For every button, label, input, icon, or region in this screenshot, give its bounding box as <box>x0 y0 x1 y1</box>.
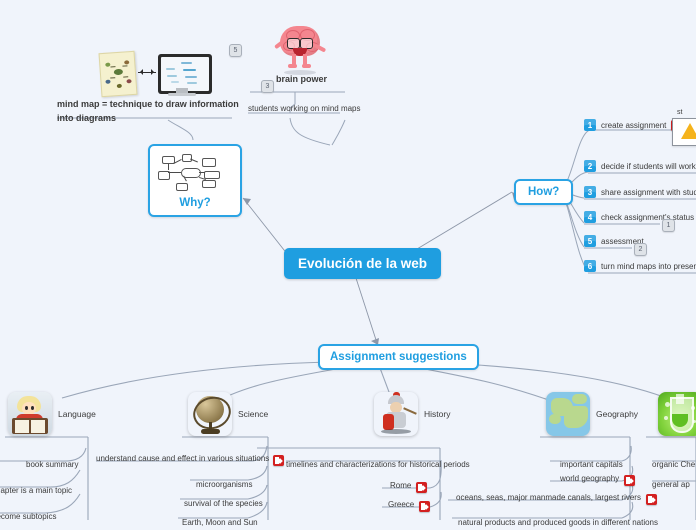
geography-item-2-label: world geography <box>560 474 620 483</box>
language-item-3[interactable]: become subtopics <box>0 506 56 524</box>
europe-map-icon <box>546 392 590 436</box>
how-item-4-label: check assignment's status <box>601 212 695 222</box>
root-node[interactable]: Evolución de la web <box>284 248 442 279</box>
history-item-2-label: Rome <box>390 481 412 490</box>
history-item-2[interactable]: Rome <box>390 481 428 494</box>
how-item-3-label: share assignment with students <box>601 187 696 197</box>
brain-power-mascot-icon <box>274 24 327 76</box>
language-item-2[interactable]: chapter is a main topic <box>0 480 72 498</box>
students-working-label: students working on mind maps <box>248 104 361 113</box>
brain-power-label: brain power <box>276 74 328 84</box>
folder-icon <box>681 122 696 139</box>
how-item-1-label: create assignment <box>601 120 667 130</box>
preview-label: st <box>677 109 683 116</box>
subject-chemistry[interactable]: Chemistry <box>658 392 696 436</box>
geography-item-1[interactable]: important capitals <box>560 454 623 472</box>
geography-item-4[interactable]: natural products and produced goods in d… <box>458 512 658 530</box>
how-item-5-number: 5 <box>584 235 596 247</box>
why-label: Why? <box>179 197 211 209</box>
how-item-3-number: 3 <box>584 186 596 198</box>
how-item-6-label: turn mind maps into presentations <box>601 261 696 271</box>
subject-history[interactable]: History <box>374 392 450 436</box>
language-item-2-label: chapter is a main topic <box>0 486 73 495</box>
language-item-3-label: become subtopics <box>0 512 57 521</box>
how-item-6[interactable]: 6 turn mind maps into presentations <box>584 260 696 272</box>
science-item-3-label: survival of the species <box>184 499 263 508</box>
how-item-1[interactable]: 1 create assignment <box>584 119 683 131</box>
assignment-suggestions-node[interactable]: Assignment suggestions <box>318 344 479 370</box>
monitor-base <box>168 93 196 96</box>
collapse-badge-how-5[interactable]: 2 <box>634 243 647 256</box>
kid-reading-book-icon <box>8 392 52 436</box>
paper-sketch-icon <box>98 50 138 98</box>
chemistry-item-1-label: organic Che <box>652 460 696 469</box>
subject-geography-label: Geography <box>596 409 639 419</box>
why-node[interactable]: Why? <box>148 144 242 217</box>
mindmap-illustration <box>98 50 212 98</box>
hand-drawn-mindmap-sketch-icon <box>154 150 228 194</box>
attachment-icon[interactable] <box>419 500 431 512</box>
geography-item-1-label: important capitals <box>560 460 623 469</box>
history-item-1[interactable]: timelines and characterizations for hist… <box>286 454 470 472</box>
geography-item-3-label: oceans, seas, major manmade canals, larg… <box>456 493 641 502</box>
globe-icon <box>188 392 232 436</box>
subject-language-label: Language <box>58 409 96 419</box>
chemistry-item-2-label: general ap <box>652 480 690 489</box>
science-item-2-label: microorganisms <box>196 480 253 489</box>
mindmap-canvas[interactable]: mind map = technique to draw information… <box>0 0 696 527</box>
mindmap-definition-line2: into diagrams <box>57 113 117 124</box>
language-item-1[interactable]: book summary <box>26 454 78 472</box>
mindmap-definition-caption[interactable]: mind map = technique to draw information… <box>57 98 239 126</box>
science-item-1-label: understand cause and effect in various s… <box>96 454 270 463</box>
subject-language[interactable]: Language <box>8 392 96 436</box>
double-arrow-icon <box>138 69 156 75</box>
brain-power-title[interactable]: brain power <box>276 73 327 87</box>
chemistry-item-1[interactable]: organic Che <box>652 454 695 472</box>
how-node[interactable]: How? <box>514 179 574 205</box>
history-item-3-label: Greece <box>388 500 415 509</box>
collapse-badge-brain[interactable]: 3 <box>261 80 274 93</box>
how-item-2[interactable]: 2 decide if students will work individu <box>584 160 696 172</box>
chemistry-item-2[interactable]: general ap <box>652 474 690 492</box>
history-item-3[interactable]: Greece <box>388 500 431 513</box>
subject-history-label: History <box>424 409 451 419</box>
science-item-3[interactable]: survival of the species <box>184 493 263 511</box>
how-item-6-number: 6 <box>584 260 596 272</box>
how-item-4[interactable]: 4 check assignment's status <box>584 211 694 223</box>
attachment-icon[interactable] <box>624 474 636 486</box>
how-item-2-label: decide if students will work individu <box>601 161 696 171</box>
attachment-icon[interactable] <box>416 481 428 493</box>
collapse-badge-how-4[interactable]: 1 <box>662 219 675 232</box>
subject-science-label: Science <box>238 409 269 419</box>
assignment-preview-thumbnail[interactable]: st <box>672 109 696 146</box>
attachment-icon[interactable] <box>645 493 657 505</box>
language-item-1-label: book summary <box>26 460 79 469</box>
how-item-1-number: 1 <box>584 119 596 131</box>
science-item-2[interactable]: microorganisms <box>196 474 252 492</box>
how-item-3[interactable]: 3 share assignment with students <box>584 186 696 198</box>
students-working-node[interactable]: students working on mind maps <box>248 104 361 117</box>
science-item-1[interactable]: understand cause and effect in various s… <box>96 454 285 467</box>
subject-science[interactable]: Science <box>188 392 268 436</box>
mindmap-definition-line1: mind map = technique to draw information <box>57 99 239 109</box>
how-item-4-number: 4 <box>584 211 596 223</box>
roman-soldier-icon <box>374 392 418 436</box>
geography-item-3[interactable]: oceans, seas, major manmade canals, larg… <box>456 493 657 506</box>
science-item-4[interactable]: Earth, Moon and Sun <box>182 512 258 530</box>
collapse-badge-topleft[interactable]: 5 <box>229 44 242 57</box>
how-item-2-number: 2 <box>584 160 596 172</box>
subject-geography[interactable]: Geography <box>546 392 638 436</box>
attachment-icon[interactable] <box>273 454 285 466</box>
geography-item-2[interactable]: world geography <box>560 474 636 487</box>
green-flask-icon <box>658 392 696 436</box>
how-label: How? <box>528 186 560 198</box>
history-item-1-label: timelines and characterizations for hist… <box>286 460 470 469</box>
